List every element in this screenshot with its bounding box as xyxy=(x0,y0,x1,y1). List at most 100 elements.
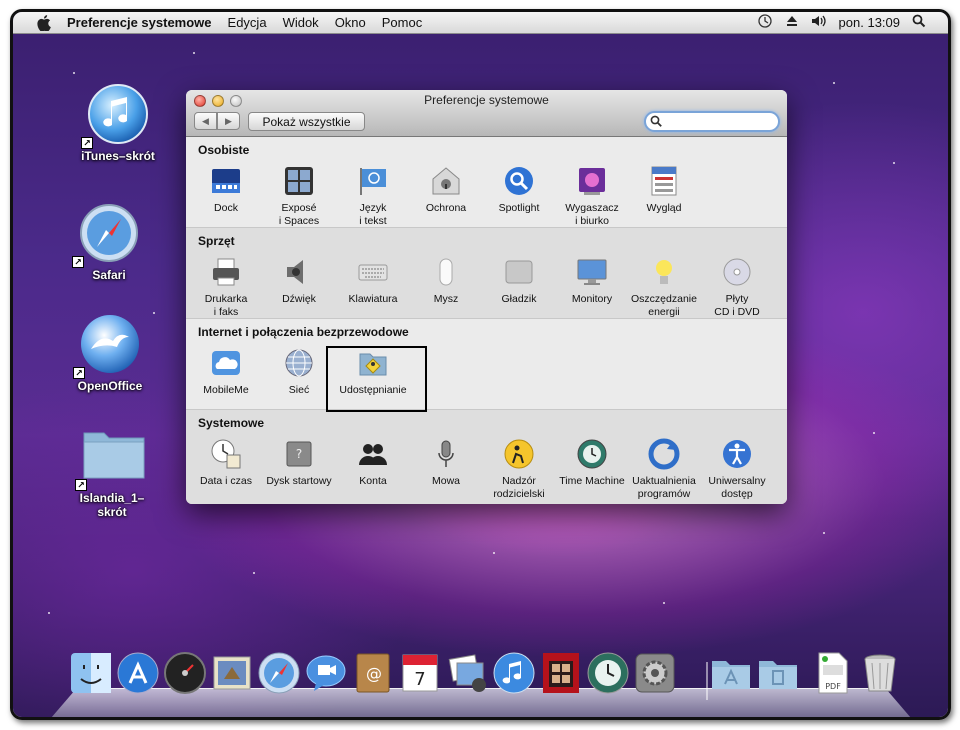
selection-highlight xyxy=(326,346,427,412)
pane-date-time[interactable]: Data i czas xyxy=(188,438,264,488)
desktop: Preferencje systemowe Edycja Widok Okno … xyxy=(13,12,948,717)
mail-icon[interactable] xyxy=(210,651,254,695)
pane-printer-fax[interactable]: Drukarka i faks xyxy=(188,256,264,318)
clock[interactable]: pon. 13:09 xyxy=(839,15,900,30)
pane-label-line1: Język xyxy=(359,202,387,214)
pane-universal-access[interactable]: Uniwersalny dostęp xyxy=(699,438,775,500)
menu-extras: pon. 13:09 xyxy=(757,13,926,32)
menu-edycja[interactable]: Edycja xyxy=(228,15,267,30)
printer-icon xyxy=(210,256,242,288)
pane-dock[interactable]: Dock xyxy=(188,165,264,215)
pane-label-line1: Uaktualnienia xyxy=(632,475,696,487)
pane-cds-dvds[interactable]: Płyty CD i DVD xyxy=(699,256,775,318)
app-store-icon[interactable] xyxy=(116,651,160,695)
pane-label: MobileMe xyxy=(203,384,249,396)
desktop-icon-label: iTunes–skrót xyxy=(81,149,155,163)
safari-dock-icon[interactable] xyxy=(257,651,301,695)
menu-widok[interactable]: Widok xyxy=(283,15,319,30)
menu-okno[interactable]: Okno xyxy=(335,15,366,30)
pane-time-machine[interactable]: Time Machine xyxy=(554,438,630,488)
pane-label: Dysk startowy xyxy=(266,475,332,487)
star xyxy=(193,52,195,54)
forward-arrow-icon: ▶ xyxy=(225,115,232,126)
pane-appearance[interactable]: Wygląd xyxy=(626,165,702,215)
desktop-icon-safari[interactable]: ↗ Safari xyxy=(64,202,154,282)
pane-mobileme[interactable]: MobileMe xyxy=(188,347,264,397)
pane-startup-disk[interactable]: ? Dysk startowy xyxy=(261,438,337,488)
app-menu[interactable]: Preferencje systemowe xyxy=(67,15,212,30)
dock-separator xyxy=(706,662,708,700)
spotlight-search-icon[interactable] xyxy=(912,14,926,31)
folder-icon: ↗ xyxy=(75,425,145,491)
star xyxy=(663,602,665,604)
pane-spotlight[interactable]: Spotlight xyxy=(481,165,557,215)
itunes-dock-icon[interactable] xyxy=(492,651,536,695)
pane-label-line1: Exposé xyxy=(281,202,317,214)
time-machine-dock-icon[interactable] xyxy=(586,651,630,695)
eject-icon[interactable] xyxy=(785,14,799,31)
search-field[interactable] xyxy=(644,111,780,132)
pane-screensaver-desktop[interactable]: Wygaszacz i biurko xyxy=(554,165,630,227)
forward-button[interactable]: ▶ xyxy=(217,112,240,130)
time-machine-icon[interactable] xyxy=(757,13,773,32)
pane-label: Mysz xyxy=(433,293,459,305)
pane-trackpad[interactable]: Gładzik xyxy=(481,256,557,306)
trash-icon[interactable] xyxy=(858,651,902,695)
section-internet: Internet i połączenia bezprzewodowe Mobi… xyxy=(186,319,787,410)
pane-displays[interactable]: Monitory xyxy=(554,256,630,306)
applications-folder-icon[interactable] xyxy=(709,651,753,695)
time-machine-pane-icon xyxy=(576,438,608,470)
spotlight-icon xyxy=(503,165,535,197)
section-title: Osobiste xyxy=(198,143,250,157)
address-book-icon[interactable]: @ xyxy=(351,651,395,695)
pdf-document-icon[interactable]: PDF xyxy=(811,651,855,695)
pane-sound[interactable]: Dźwięk xyxy=(261,256,337,306)
finder-icon[interactable] xyxy=(69,651,113,695)
search-icon xyxy=(650,115,663,133)
volume-icon[interactable] xyxy=(811,14,827,31)
svg-text:@: @ xyxy=(366,664,382,683)
dashboard-icon[interactable] xyxy=(163,651,207,695)
pane-keyboard[interactable]: Klawiatura xyxy=(335,256,411,306)
system-preferences-dock-icon[interactable] xyxy=(633,651,677,695)
menu-pomoc[interactable]: Pomoc xyxy=(382,15,422,30)
photo-booth-icon[interactable] xyxy=(539,651,583,695)
desktop-icon-folder[interactable]: ↗ Islandia_1–skrót xyxy=(67,425,157,519)
desktop-icon-openoffice[interactable]: ↗ OpenOffice xyxy=(65,313,155,393)
pane-speech[interactable]: Mowa xyxy=(408,438,484,488)
pane-label-line2: energii xyxy=(648,305,680,318)
desktop-icon-label: Safari xyxy=(92,268,126,282)
svg-text:?: ? xyxy=(296,447,302,461)
pane-security[interactable]: Ochrona xyxy=(408,165,484,215)
alias-arrow-icon: ↗ xyxy=(75,479,87,491)
svg-text:7: 7 xyxy=(414,669,425,690)
pane-label: Data i czas xyxy=(200,475,252,487)
ichat-icon[interactable] xyxy=(304,651,348,695)
search-input[interactable] xyxy=(666,114,774,130)
back-button[interactable]: ◀ xyxy=(194,112,217,130)
pane-energy-saver[interactable]: Oszczędzanie energii xyxy=(626,256,702,318)
desktop-icon-itunes[interactable]: ↗ iTunes–skrót xyxy=(73,83,163,163)
pane-label-line1: Wygaszacz xyxy=(565,202,619,214)
trackpad-icon xyxy=(503,256,535,288)
pane-label: Dock xyxy=(214,202,238,214)
pane-label: Wygląd xyxy=(646,202,682,214)
section-systemowe: Systemowe Data i czas ? Dysk startowy Ko… xyxy=(186,410,787,504)
ical-icon[interactable]: 7 xyxy=(398,651,442,695)
pane-label: Konta xyxy=(359,475,387,487)
pane-accounts[interactable]: Konta xyxy=(335,438,411,488)
pane-label: Spotlight xyxy=(498,202,540,214)
pane-software-update[interactable]: Uaktualnienia programów xyxy=(626,438,702,500)
pane-label-line2: i Spaces xyxy=(278,214,320,227)
pane-expose-spaces[interactable]: Exposé i Spaces xyxy=(261,165,337,227)
pane-mouse[interactable]: Mysz xyxy=(408,256,484,306)
apple-logo-icon[interactable] xyxy=(35,14,53,31)
star xyxy=(823,532,825,534)
pane-label: Monitory xyxy=(571,293,613,305)
pane-parental-controls[interactable]: Nadzór rodzicielski xyxy=(481,438,557,500)
pane-language-text[interactable]: Język i tekst xyxy=(335,165,411,227)
keyboard-icon xyxy=(357,256,389,288)
documents-folder-icon[interactable] xyxy=(756,651,800,695)
iphoto-icon[interactable] xyxy=(445,651,489,695)
show-all-button[interactable]: Pokaż wszystkie xyxy=(248,112,365,131)
